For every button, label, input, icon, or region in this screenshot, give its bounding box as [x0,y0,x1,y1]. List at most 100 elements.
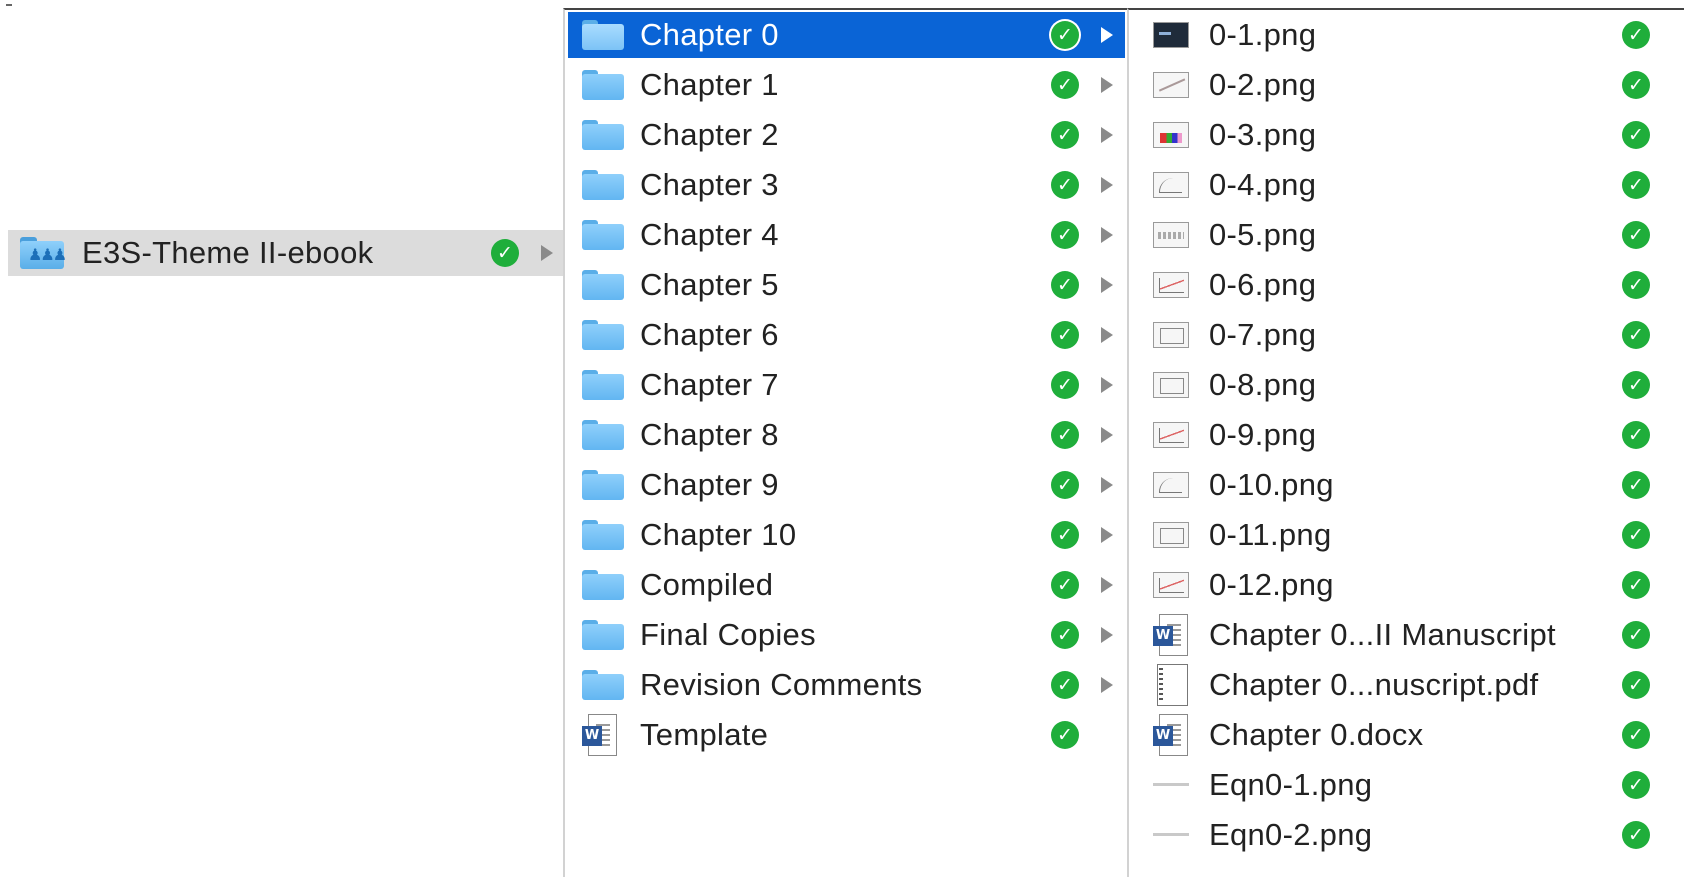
list-item-chapter-1[interactable]: Chapter 1 ✓ [565,62,1128,108]
list-item-file-0-12[interactable]: 0-12.png ✓ [1129,562,1684,608]
list-item-file-0-8[interactable]: 0-8.png ✓ [1129,362,1684,408]
list-item-file-0-11[interactable]: 0-11.png ✓ [1129,512,1684,558]
green-checkmark-icon: ✓ [1622,121,1650,149]
word-document-icon: W [582,714,618,756]
green-checkmark-icon: ✓ [1622,371,1650,399]
green-checkmark-icon: ✓ [1051,471,1079,499]
list-item-template[interactable]: W Template ✓ [565,712,1128,758]
green-checkmark-icon: ✓ [1622,321,1650,349]
image-thumbnail-icon [1153,372,1189,398]
list-item-eqn0-2[interactable]: Eqn0-2.png ✓ [1129,812,1684,858]
green-checkmark-icon: ✓ [1051,521,1079,549]
list-item-file-0-1[interactable]: 0-1.png ✓ [1129,12,1684,58]
list-item-file-0-4[interactable]: 0-4.png ✓ [1129,162,1684,208]
disclosure-triangle-icon[interactable] [1101,577,1113,593]
folder-icon [582,670,624,700]
item-label: Chapter 10 [640,517,797,552]
disclosure-triangle-icon[interactable] [1101,677,1113,693]
list-item-file-0-6[interactable]: 0-6.png ✓ [1129,262,1684,308]
green-checkmark-icon: ✓ [1622,471,1650,499]
disclosure-triangle-icon[interactable] [1101,177,1113,193]
disclosure-triangle-icon[interactable] [1101,27,1113,43]
list-item-chapter-5[interactable]: Chapter 5 ✓ [565,262,1128,308]
green-checkmark-icon: ✓ [1622,671,1650,699]
image-thumbnail-icon [1153,222,1189,248]
folder-icon [582,620,624,650]
green-checkmark-icon: ✓ [1051,421,1079,449]
list-item-file-0-3[interactable]: 0-3.png ✓ [1129,112,1684,158]
disclosure-triangle-icon[interactable] [1101,627,1113,643]
list-item-chapter-0[interactable]: Chapter 0 ✓ [568,12,1125,58]
item-label: Chapter 6 [640,317,779,352]
list-item-file-0-2[interactable]: 0-2.png ✓ [1129,62,1684,108]
item-label: 0-5.png [1209,217,1317,252]
list-item-compiled[interactable]: Compiled ✓ [565,562,1128,608]
list-item-chapter-8[interactable]: Chapter 8 ✓ [565,412,1128,458]
disclosure-triangle-icon[interactable] [1101,277,1113,293]
folder-icon [582,520,624,550]
green-checkmark-icon: ✓ [1622,821,1650,849]
green-checkmark-icon: ✓ [1622,171,1650,199]
list-item-chapter-7[interactable]: Chapter 7 ✓ [565,362,1128,408]
list-item-file-0-7[interactable]: 0-7.png ✓ [1129,312,1684,358]
list-item-file-0-9[interactable]: 0-9.png ✓ [1129,412,1684,458]
folder-icon [582,70,624,100]
list-item-revision-comments[interactable]: Revision Comments ✓ [565,662,1128,708]
image-thumbnail-icon [1153,22,1189,48]
disclosure-triangle-icon[interactable] [541,245,553,261]
list-item-e3s-theme-ii-ebook[interactable]: ♟♟♟ E3S-Theme II-ebook ✓ [8,230,563,276]
image-thumbnail-icon [1153,572,1189,598]
folder-icon [582,270,624,300]
image-thumbnail-icon [1153,172,1189,198]
item-label: Chapter 3 [640,167,779,202]
disclosure-triangle-icon[interactable] [1101,77,1113,93]
folder-icon [582,420,624,450]
list-item-chapter-6[interactable]: Chapter 6 ✓ [565,312,1128,358]
pdf-document-icon [1153,664,1189,706]
item-label: 0-2.png [1209,67,1317,102]
list-item-chapter-4[interactable]: Chapter 4 ✓ [565,212,1128,258]
green-checkmark-icon: ✓ [1622,21,1650,49]
green-checkmark-icon: ✓ [1622,521,1650,549]
item-label: Chapter 0...II Manuscript [1209,617,1556,652]
list-item-chapter-2[interactable]: Chapter 2 ✓ [565,112,1128,158]
list-item-eqn0-1[interactable]: Eqn0-1.png ✓ [1129,762,1684,808]
finder-column-chapter-0-files: 0-1.png ✓ 0-2.png ✓ 0-3.png ✓ 0-4.png ✓ … [1127,8,1684,877]
item-label: Chapter 4 [640,217,779,252]
list-item-chapter-0-docx[interactable]: W Chapter 0.docx ✓ [1129,712,1684,758]
green-checkmark-icon: ✓ [1622,771,1650,799]
disclosure-triangle-icon[interactable] [1101,527,1113,543]
green-checkmark-icon: ✓ [1622,421,1650,449]
list-item-chapter-9[interactable]: Chapter 9 ✓ [565,462,1128,508]
green-checkmark-icon: ✓ [1051,271,1079,299]
list-item-final-copies[interactable]: Final Copies ✓ [565,612,1128,658]
green-checkmark-icon: ✓ [1051,721,1079,749]
disclosure-triangle-icon[interactable] [1101,127,1113,143]
list-item-file-0-5[interactable]: 0-5.png ✓ [1129,212,1684,258]
folder-icon [582,470,624,500]
green-checkmark-icon: ✓ [491,239,519,267]
green-checkmark-icon: ✓ [1622,221,1650,249]
image-thumbnail-icon [1153,72,1189,98]
disclosure-triangle-icon[interactable] [1101,377,1113,393]
list-item-chapter-0-manuscript-pdf[interactable]: Chapter 0...nuscript.pdf ✓ [1129,662,1684,708]
disclosure-triangle-icon[interactable] [1101,477,1113,493]
item-label: Chapter 5 [640,267,779,302]
list-item-chapter-10[interactable]: Chapter 10 ✓ [565,512,1128,558]
item-label: Chapter 1 [640,67,779,102]
item-label: 0-7.png [1209,317,1317,352]
item-label: E3S-Theme II-ebook [82,235,374,270]
green-checkmark-icon: ✓ [1051,621,1079,649]
disclosure-triangle-icon[interactable] [1101,227,1113,243]
folder-icon [582,370,624,400]
list-item-chapter-3[interactable]: Chapter 3 ✓ [565,162,1128,208]
disclosure-triangle-icon[interactable] [1101,427,1113,443]
list-item-chapter-0-manuscript[interactable]: W Chapter 0...II Manuscript ✓ [1129,612,1684,658]
folder-icon [582,20,624,50]
disclosure-triangle-icon[interactable] [1101,327,1113,343]
list-item-file-0-10[interactable]: 0-10.png ✓ [1129,462,1684,508]
folder-icon [582,120,624,150]
window-edge-mark [6,4,12,6]
green-checkmark-icon: ✓ [1622,71,1650,99]
item-label: 0-8.png [1209,367,1317,402]
